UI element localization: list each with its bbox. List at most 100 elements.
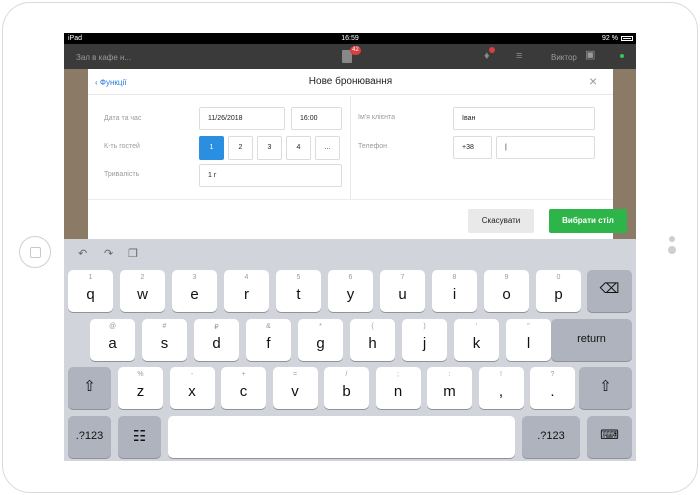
date-label: Дата та час (104, 115, 142, 122)
key-row2-6[interactable]: ) j (402, 319, 447, 361)
key-hint: 6 (348, 274, 353, 281)
lock-icon[interactable]: ▣ (585, 48, 595, 61)
key-row2-7[interactable]: ' k (454, 319, 499, 361)
key-row3-7[interactable]: !, (478, 367, 524, 409)
key-row2-0[interactable]: @ a (90, 319, 135, 361)
key-letter: u (398, 286, 407, 303)
key-hint: 3 (192, 274, 197, 281)
key-row1-0[interactable]: 1q (68, 270, 113, 312)
keyboard-hide-icon: ⌨ (600, 427, 619, 442)
status-time: 16:59 (341, 35, 359, 42)
key-hint: 5 (296, 274, 301, 281)
clipboard-icon[interactable]: ❐ (128, 247, 138, 260)
key-row3-4[interactable]: / b (324, 367, 369, 409)
key-letter: d (212, 335, 221, 352)
key-row3-2[interactable]: + c (221, 367, 266, 409)
key-row3-3[interactable]: = v (272, 367, 318, 409)
key-hint: : (448, 371, 451, 378)
key-letter: v (291, 383, 299, 400)
key-row3-5[interactable]: ; n (375, 367, 421, 409)
key-row2-5[interactable]: (h (350, 319, 395, 361)
booking-modal: ‹ Функції Нове бронювання × Дата та час … (88, 69, 627, 239)
key-row1-6[interactable]: 7u (380, 270, 425, 312)
hide-keyboard-key[interactable]: ⌨ (587, 416, 632, 458)
cancel-button[interactable]: Скасувати (468, 209, 534, 233)
key-row3-8[interactable]: ?. (530, 367, 575, 409)
key-row1-2[interactable]: 3e (172, 270, 217, 312)
app-bar: Зал в кафе н... 42 ♦ ≡ Виктор ▣ (64, 44, 636, 69)
phone-label: Телефон (358, 143, 388, 150)
key-hint: " (527, 323, 530, 330)
guest-option-3[interactable]: 3 (257, 136, 282, 160)
key-row3-6[interactable]: :m (427, 367, 472, 409)
key-row1-3[interactable]: 4r (224, 270, 269, 312)
cart-badge: 42 (350, 46, 361, 55)
date-input[interactable]: 11/26/2018 (199, 107, 285, 130)
modal-footer (88, 199, 613, 239)
key-letter: q (86, 286, 95, 303)
hall-selector[interactable]: Зал в кафе н... (76, 53, 131, 62)
choose-table-button[interactable]: Вибрати стіл (549, 209, 627, 233)
key-letter: s (160, 335, 169, 352)
key-row3-0[interactable]: % z (118, 367, 163, 409)
guest-option-2[interactable]: 2 (228, 136, 253, 160)
client-name-label: Ім'я клієнта (358, 114, 396, 121)
key-row2-3[interactable]: & f (246, 319, 291, 361)
numbers-label: .?123 (75, 430, 104, 442)
key-letter: x (188, 383, 196, 400)
key-hint: ) (423, 323, 426, 330)
key-hint: # (162, 323, 167, 330)
battery-icon (621, 36, 633, 41)
user-name[interactable]: Виктор (551, 53, 577, 62)
key-letter: , (498, 383, 504, 400)
undo-icon[interactable]: ↶ (78, 247, 87, 260)
guest-option-1[interactable]: 1 (199, 136, 224, 160)
key-row1-9[interactable]: 0p (536, 270, 581, 312)
home-button-icon (30, 247, 41, 258)
numbers-left-key[interactable]: .?123 (68, 416, 111, 458)
phone-code-input[interactable]: +38 (453, 136, 492, 159)
key-letter: t (296, 286, 301, 303)
key-row3-1[interactable]: -x (169, 367, 215, 409)
key-row1-7[interactable]: 8i (432, 270, 477, 312)
key-hint: / (345, 371, 348, 378)
duration-input[interactable]: 1 г (199, 164, 342, 187)
key-row1-4[interactable]: 5t (276, 270, 321, 312)
space-key[interactable] (168, 416, 515, 458)
redo-icon[interactable]: ↷ (104, 247, 113, 260)
shift-right-key[interactable]: ⇧ (579, 367, 632, 409)
key-letter: i (452, 286, 457, 303)
backspace-key[interactable]: ⌫ (587, 270, 632, 312)
key-row1-8[interactable]: 9o (484, 270, 529, 312)
key-row2-1[interactable]: # s (142, 319, 187, 361)
phone-input[interactable]: | (496, 136, 595, 159)
client-name-input[interactable]: Іван (453, 107, 595, 130)
numbers-right-key[interactable]: .?123 (522, 416, 580, 458)
globe-key[interactable]: ☷ (118, 416, 161, 458)
key-hint: ? (550, 371, 555, 378)
key-letter: g (316, 335, 325, 352)
time-input[interactable]: 16:00 (291, 107, 342, 130)
key-hint: 2 (140, 274, 145, 281)
key-letter: j (422, 335, 427, 352)
return-key[interactable]: return (551, 319, 632, 361)
key-row2-4[interactable]: * g (298, 319, 343, 361)
key-letter: y (346, 286, 355, 303)
shift-left-key[interactable]: ⇧ (68, 367, 111, 409)
key-row1-5[interactable]: 6y (328, 270, 373, 312)
key-hint: & (266, 323, 271, 330)
key-row2-2[interactable]: ₽ d (194, 319, 239, 361)
key-letter: r (244, 286, 249, 303)
modal-title: Нове бронювання (308, 76, 393, 87)
close-icon[interactable]: × (589, 73, 597, 89)
sensor-dot (668, 246, 676, 254)
menu-icon[interactable]: ≡ (516, 50, 522, 62)
home-button[interactable] (19, 236, 51, 268)
guest-option-more[interactable]: ... (315, 136, 340, 160)
key-hint: 8 (452, 274, 457, 281)
key-row2-8[interactable]: " l (506, 319, 551, 361)
guest-option-4[interactable]: 4 (286, 136, 311, 160)
key-hint: 7 (400, 274, 405, 281)
key-row1-1[interactable]: 2w (120, 270, 165, 312)
key-hint: - (190, 371, 194, 378)
